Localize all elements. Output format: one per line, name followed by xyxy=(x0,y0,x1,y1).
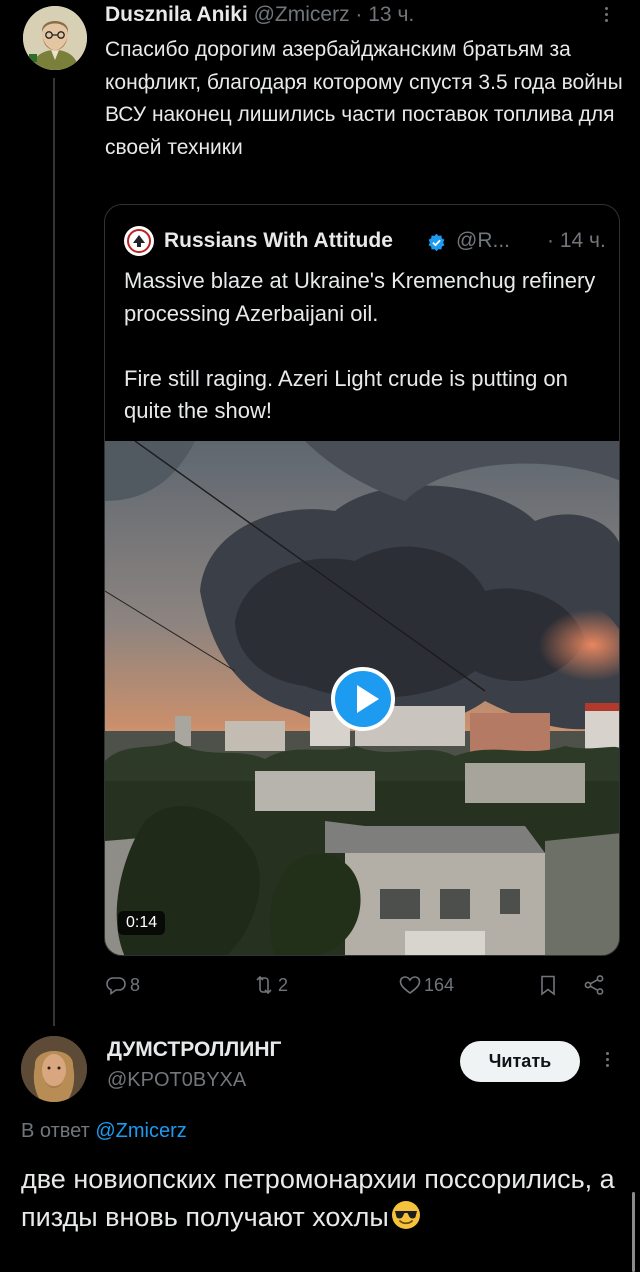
tweet-header: Dusznila Aniki @Zmicerz · 13 ч. xyxy=(105,2,414,28)
play-button[interactable] xyxy=(331,667,395,731)
reply-count: 8 xyxy=(130,974,141,995)
quoted-avatar[interactable] xyxy=(124,226,154,256)
quoted-tweet[interactable]: Russians With Attitude @R... · 14 ч. Mas… xyxy=(104,204,620,956)
author-name[interactable]: Dusznila Aniki xyxy=(105,3,248,26)
tweet-time[interactable]: 13 ч. xyxy=(368,3,414,26)
main-tweet[interactable]: Dusznila Aniki @Zmicerz · 13 ч. Спасибо … xyxy=(0,0,640,1026)
reply-context: В ответ @Zmicerz xyxy=(21,1120,187,1143)
heart-icon xyxy=(399,976,421,994)
author-handle[interactable]: @Zmicerz xyxy=(254,3,350,26)
quoted-time[interactable]: 14 ч. xyxy=(560,229,606,252)
follow-button[interactable]: Читать xyxy=(460,1041,580,1082)
quoted-text: Massive blaze at Ukraine's Kremenchug re… xyxy=(124,268,596,423)
share-button[interactable] xyxy=(582,968,606,1002)
author-avatar[interactable] xyxy=(23,6,87,70)
quoted-separator: · xyxy=(547,229,560,252)
reply-button[interactable]: 8 xyxy=(104,968,140,1002)
reply-author-avatar[interactable] xyxy=(21,1036,87,1102)
repost-icon xyxy=(256,975,272,995)
video-player[interactable]: 0:14 xyxy=(105,441,619,955)
like-button[interactable]: 164 xyxy=(398,968,454,1002)
reply-prefix: В ответ xyxy=(21,1120,96,1142)
meta-separator: · xyxy=(349,3,369,26)
video-duration: 0:14 xyxy=(118,911,166,935)
reply-mention[interactable]: @Zmicerz xyxy=(95,1120,186,1142)
tweet-text: Спасибо дорогим азербайджанским братьям … xyxy=(105,38,623,159)
verified-badge-icon xyxy=(428,233,445,252)
quoted-handle[interactable]: @R... xyxy=(456,227,510,255)
share-icon xyxy=(584,975,604,995)
like-count: 164 xyxy=(424,974,455,995)
reply-author-name[interactable]: ДУМСТРОЛЛИНГ xyxy=(107,1038,281,1062)
sunglasses-emoji-icon xyxy=(391,1201,420,1229)
action-bar: 8 2 164 xyxy=(104,968,620,1002)
reply-text: две новиопских петромонархии поссорились… xyxy=(21,1160,621,1236)
scrollbar[interactable] xyxy=(632,1192,635,1272)
bookmark-icon xyxy=(541,975,555,996)
thread-line xyxy=(53,78,55,1026)
reply-icon xyxy=(106,977,126,996)
quoted-meta: · 14 ч. xyxy=(547,227,606,255)
repost-button[interactable]: 2 xyxy=(252,968,288,1002)
bookmark-button[interactable] xyxy=(536,968,560,1002)
quoted-author-name[interactable]: Russians With Attitude xyxy=(164,227,393,255)
repost-count: 2 xyxy=(278,974,289,995)
reply-text-body: две новиопских петромонархии поссорились… xyxy=(21,1164,615,1232)
more-options-icon[interactable] xyxy=(596,4,616,30)
reply-author-handle[interactable]: @KPOT0BYXA xyxy=(107,1069,246,1092)
reply-more-options-icon[interactable] xyxy=(597,1049,617,1075)
